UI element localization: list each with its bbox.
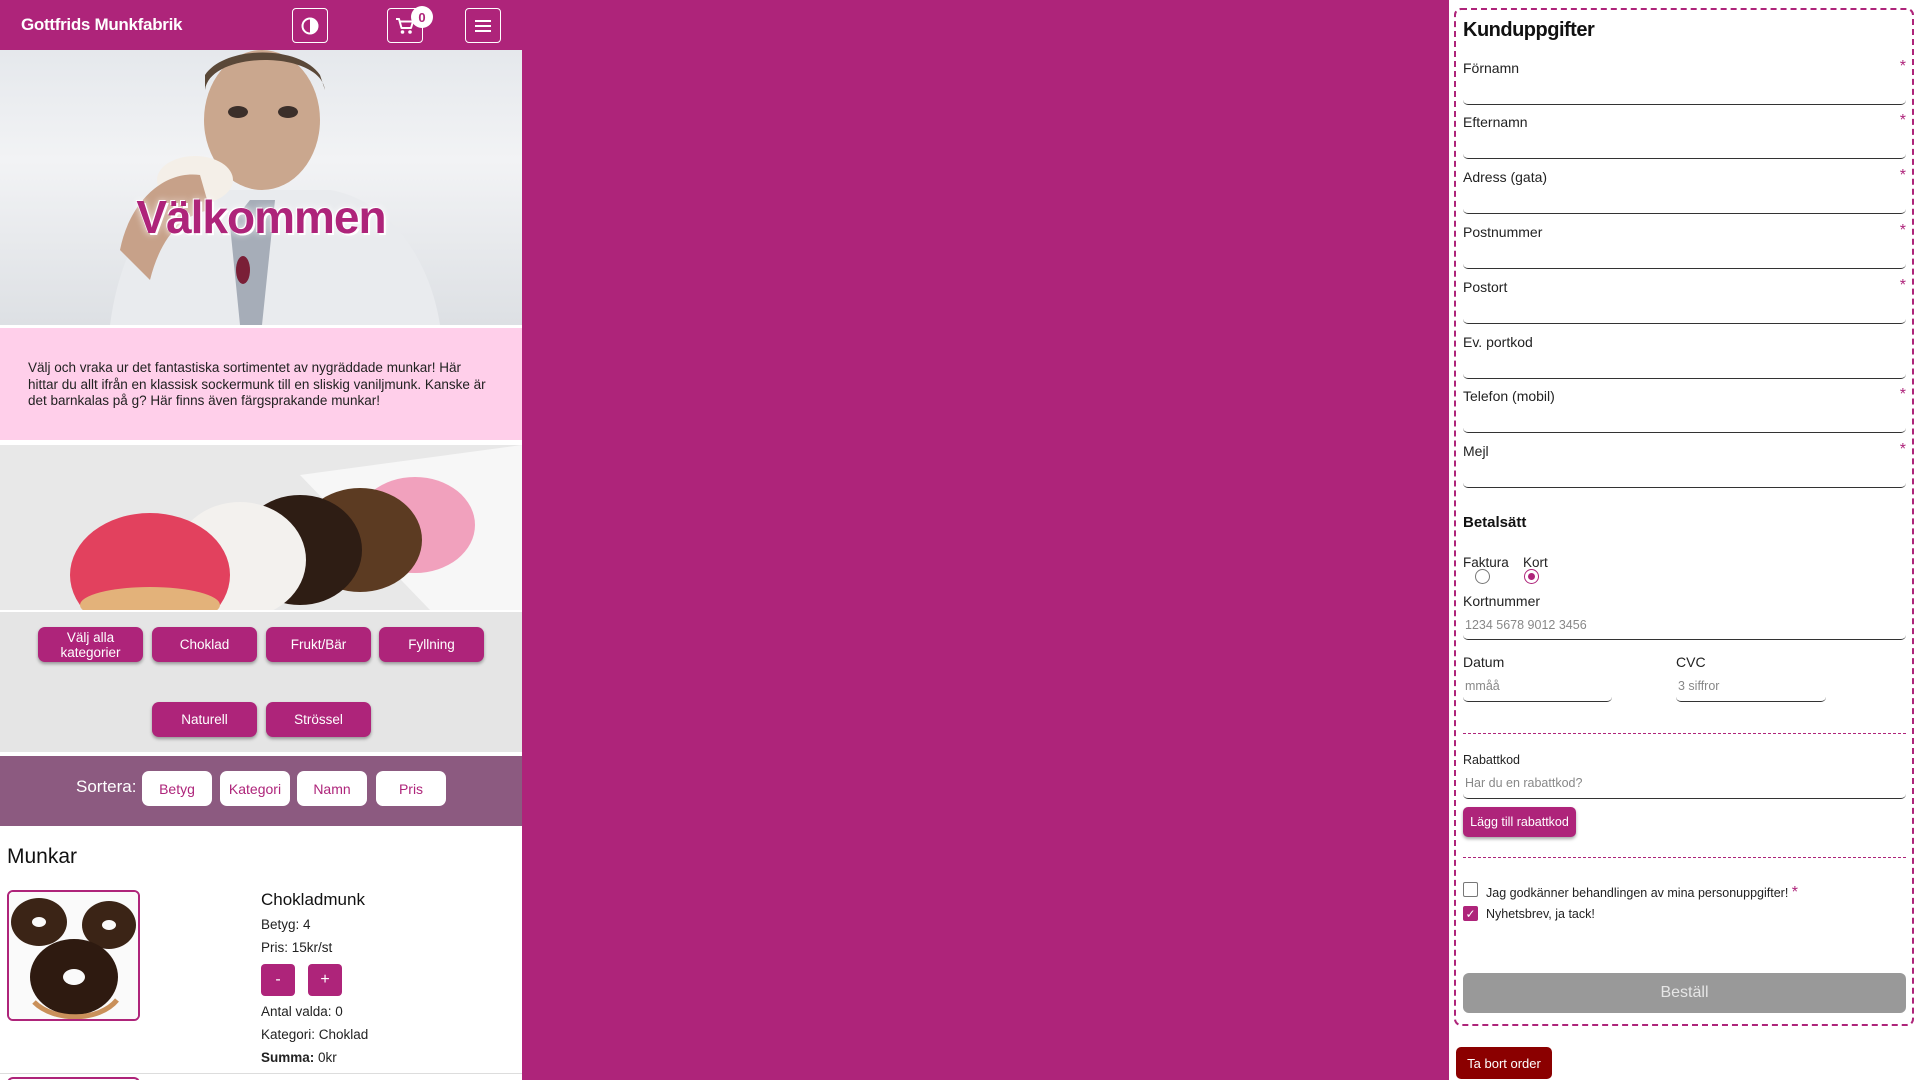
city-field[interactable]: Postort * bbox=[1463, 277, 1906, 324]
increase-quantity-button[interactable]: + bbox=[308, 964, 342, 996]
required-asterisk: * bbox=[1791, 884, 1799, 901]
form-title: Kunduppgifter bbox=[1463, 19, 1595, 41]
section-divider bbox=[1463, 733, 1906, 734]
brand-name[interactable]: Gottfrids Munkfabrik bbox=[21, 15, 182, 35]
city-label: Postort bbox=[1463, 279, 1508, 295]
product-image bbox=[7, 890, 140, 1021]
invoice-label: Faktura bbox=[1463, 555, 1509, 570]
filter-choklad-button[interactable]: Choklad bbox=[152, 627, 257, 662]
doorcode-field[interactable]: Ev. portkod bbox=[1463, 334, 1906, 379]
gdpr-checkbox[interactable] bbox=[1463, 882, 1478, 897]
sort-bar: Sortera: Betyg Kategori Namn Pris bbox=[0, 756, 522, 826]
sort-price-button[interactable]: Pris bbox=[376, 771, 446, 806]
product-name: Chokladmunk bbox=[261, 890, 365, 909]
email-field[interactable]: Mejl * bbox=[1463, 441, 1906, 488]
intro-text: Välj och vraka ur det fantastiska sortim… bbox=[28, 360, 486, 408]
cart-count-badge: 0 bbox=[411, 6, 433, 28]
filter-naturell-button[interactable]: Naturell bbox=[152, 702, 257, 737]
required-asterisk: * bbox=[1899, 277, 1906, 294]
gdpr-text: Jag godkänner behandlingen av mina perso… bbox=[1486, 886, 1789, 900]
address-label: Adress (gata) bbox=[1463, 169, 1548, 185]
product-divider bbox=[0, 1073, 522, 1074]
top-bar: Gottfrids Munkfabrik 0 bbox=[0, 0, 522, 50]
product-price: Pris: 15kr/st bbox=[261, 940, 333, 955]
address-field[interactable]: Adress (gata) * bbox=[1463, 167, 1906, 214]
cvc-placeholder: 3 siffror bbox=[1678, 679, 1720, 693]
payment-title: Betalsätt bbox=[1463, 514, 1527, 531]
hamburger-icon bbox=[475, 19, 491, 32]
email-label: Mejl bbox=[1463, 443, 1489, 459]
required-asterisk: * bbox=[1899, 58, 1906, 75]
filter-all-button[interactable]: Välj alla kategorier bbox=[38, 627, 143, 662]
card-number-input[interactable]: 1234 5678 9012 3456 bbox=[1463, 610, 1906, 640]
customer-form: Kunduppgifter Förnamn * Efternamn * Adre… bbox=[1454, 8, 1914, 1026]
product-sum-label: Summa: bbox=[261, 1050, 315, 1065]
promo-label: Rabattkod bbox=[1463, 753, 1520, 767]
menu-button[interactable] bbox=[465, 8, 501, 43]
gdpr-label: Jag godkänner behandlingen av mina perso… bbox=[1486, 884, 1798, 902]
sort-label: Sortera: bbox=[76, 777, 137, 796]
product-rating: Betyg: 4 bbox=[261, 917, 311, 932]
promo-placeholder: Har du en rabattkod? bbox=[1465, 776, 1583, 790]
lastname-label: Efternamn bbox=[1463, 114, 1528, 130]
product-category: Kategori: Choklad bbox=[261, 1027, 369, 1042]
zip-field[interactable]: Postnummer * bbox=[1463, 222, 1906, 269]
sort-name-button[interactable]: Namn bbox=[297, 771, 367, 806]
order-button[interactable]: Beställ bbox=[1463, 973, 1906, 1013]
filter-frukt-bar-button[interactable]: Frukt/Bär bbox=[266, 627, 371, 662]
card-number-label: Kortnummer bbox=[1463, 593, 1541, 609]
filter-strossel-button[interactable]: Strössel bbox=[266, 702, 371, 737]
date-placeholder: mmåå bbox=[1465, 679, 1500, 693]
shop-column: Gottfrids Munkfabrik 0 Välkommen Välj oc… bbox=[0, 0, 522, 1080]
firstname-field[interactable]: Förnamn * bbox=[1463, 58, 1906, 105]
invoice-radio[interactable] bbox=[1475, 569, 1490, 584]
required-asterisk: * bbox=[1899, 112, 1906, 129]
required-asterisk: * bbox=[1899, 167, 1906, 184]
product-selected-count: Antal valda: 0 bbox=[261, 1004, 343, 1019]
delete-order-button[interactable]: Ta bort order bbox=[1456, 1047, 1552, 1079]
hero-banner: Välkommen bbox=[0, 50, 522, 325]
donut-row-image bbox=[0, 445, 522, 610]
firstname-label: Förnamn bbox=[1463, 60, 1520, 76]
zip-label: Postnummer bbox=[1463, 224, 1543, 240]
product-sum: Summa: 0kr bbox=[261, 1050, 337, 1065]
phone-field[interactable]: Telefon (mobil) * bbox=[1463, 386, 1906, 433]
card-radio[interactable] bbox=[1524, 569, 1539, 584]
products-heading: Munkar bbox=[7, 845, 78, 868]
required-asterisk: * bbox=[1899, 441, 1906, 458]
hero-man-eating-donut-image bbox=[110, 50, 440, 325]
doorcode-label: Ev. portkod bbox=[1463, 334, 1533, 350]
newsletter-checkbox[interactable]: ✓ bbox=[1463, 906, 1478, 921]
contrast-icon bbox=[301, 17, 319, 34]
lastname-field[interactable]: Efternamn * bbox=[1463, 112, 1906, 159]
sort-rating-button[interactable]: Betyg bbox=[142, 771, 212, 806]
phone-label: Telefon (mobil) bbox=[1463, 388, 1555, 404]
contrast-toggle-button[interactable] bbox=[292, 8, 328, 43]
card-number-placeholder: 1234 5678 9012 3456 bbox=[1465, 618, 1587, 632]
date-label: Datum bbox=[1463, 654, 1505, 670]
decrease-quantity-button[interactable]: - bbox=[261, 964, 295, 996]
card-label: Kort bbox=[1523, 555, 1548, 570]
cvc-label: CVC bbox=[1676, 654, 1706, 670]
add-promo-button[interactable]: Lägg till rabattkod bbox=[1463, 807, 1576, 837]
cvc-input[interactable]: 3 siffror bbox=[1676, 672, 1826, 702]
date-input[interactable]: mmåå bbox=[1463, 672, 1612, 702]
sort-category-button[interactable]: Kategori bbox=[220, 771, 290, 806]
product-sum-value: 0kr bbox=[318, 1050, 337, 1065]
checkout-panel: Kunduppgifter Förnamn * Efternamn * Adre… bbox=[1449, 0, 1920, 1080]
required-asterisk: * bbox=[1899, 386, 1906, 403]
promo-input[interactable]: Har du en rabattkod? bbox=[1463, 769, 1906, 799]
chocolate-donut-image bbox=[9, 892, 138, 1019]
hero-title: Välkommen bbox=[136, 191, 386, 243]
newsletter-label: Nyhetsbrev, ja tack! bbox=[1486, 907, 1595, 921]
required-asterisk: * bbox=[1899, 222, 1906, 239]
donut-row-illustration bbox=[0, 445, 522, 610]
filter-fyllning-button[interactable]: Fyllning bbox=[379, 627, 484, 662]
section-divider bbox=[1463, 857, 1906, 858]
intro-box: Välj och vraka ur det fantastiska sortim… bbox=[0, 328, 522, 440]
category-filters: Välj alla kategorier Choklad Frukt/Bär F… bbox=[0, 612, 522, 752]
